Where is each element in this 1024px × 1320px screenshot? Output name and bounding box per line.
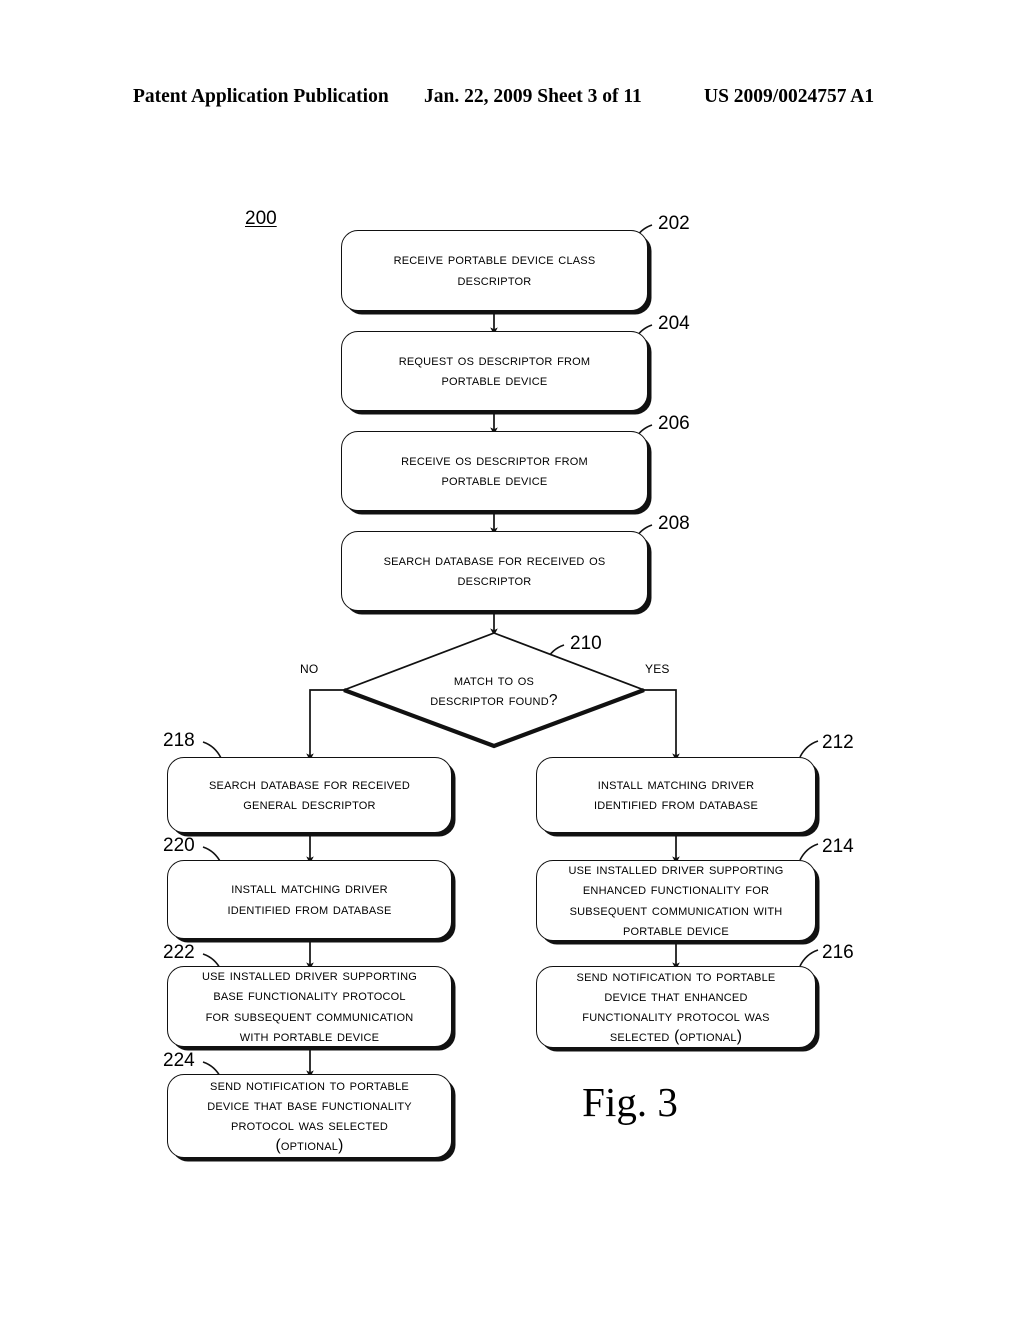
ref-210: 210 <box>570 633 602 654</box>
process-box-214[interactable]: Use Installed Driver Supporting Enhanced… <box>536 860 816 941</box>
process-box-216[interactable]: Send Notification to Portable Device tha… <box>536 966 816 1048</box>
process-box-202[interactable]: Receive Portable Device Class Descriptor <box>341 230 648 311</box>
process-box-218[interactable]: Search Database for Received General Des… <box>167 757 452 833</box>
page-header: Patent Application Publication Jan. 22, … <box>0 86 1024 116</box>
process-box-220[interactable]: Install Matching Driver Identified from … <box>167 860 452 939</box>
process-box-218-text: Search Database for Received General Des… <box>209 775 410 813</box>
process-box-212[interactable]: Install Matching Driver Identified from … <box>536 757 816 833</box>
process-box-202-text: Receive Portable Device Class Descriptor <box>393 251 596 289</box>
ref-208: 208 <box>658 513 690 534</box>
flow-label-200: 200 <box>245 208 277 229</box>
process-box-212-text: Install Matching Driver Identified from … <box>593 775 758 813</box>
decision-box-210-text: Match to OS Descriptor Found? <box>430 672 558 710</box>
process-box-216-text: Send Notification to Portable Device tha… <box>576 967 776 1046</box>
process-box-204-text: Request OS Descriptor from Portable Devi… <box>398 351 591 389</box>
ref-212: 212 <box>822 732 854 753</box>
ref-220: 220 <box>163 835 195 856</box>
ref-224: 224 <box>163 1050 195 1071</box>
branch-label-no: No <box>300 659 319 677</box>
process-box-206[interactable]: Receive OS Descriptor from Portable Devi… <box>341 431 648 511</box>
publication-date-sheet: Jan. 22, 2009 Sheet 3 of 11 <box>424 86 642 107</box>
patent-number: US 2009/0024757 A1 <box>704 86 875 107</box>
process-box-214-text: Use Installed Driver Supporting Enhanced… <box>568 861 784 939</box>
process-box-208-text: Search Database for Received OS Descript… <box>383 551 606 589</box>
process-box-206-text: Receive OS Descriptor from Portable Devi… <box>401 451 588 489</box>
process-box-204[interactable]: Request OS Descriptor from Portable Devi… <box>341 331 648 411</box>
process-box-222[interactable]: Use Installed Driver Supporting Base Fun… <box>167 966 452 1047</box>
process-box-220-text: Install Matching Driver Identified from … <box>227 880 392 918</box>
ref-218: 218 <box>163 730 195 751</box>
ref-214: 214 <box>822 836 854 857</box>
branch-label-yes: Yes <box>645 659 670 677</box>
ref-204: 204 <box>658 313 690 334</box>
process-box-224[interactable]: Send Notification to Portable Device tha… <box>167 1074 452 1158</box>
process-box-208[interactable]: Search Database for Received OS Descript… <box>341 531 648 611</box>
ref-216: 216 <box>822 942 854 963</box>
process-box-224-text: Send Notification to Portable Device tha… <box>207 1076 412 1155</box>
process-box-222-text: Use Installed Driver Supporting Base Fun… <box>201 967 417 1045</box>
figure-caption: Fig. 3 <box>582 1079 678 1125</box>
ref-222: 222 <box>163 942 195 963</box>
ref-206: 206 <box>658 413 690 434</box>
ref-202: 202 <box>658 213 690 234</box>
publication-title: Patent Application Publication <box>133 86 389 107</box>
